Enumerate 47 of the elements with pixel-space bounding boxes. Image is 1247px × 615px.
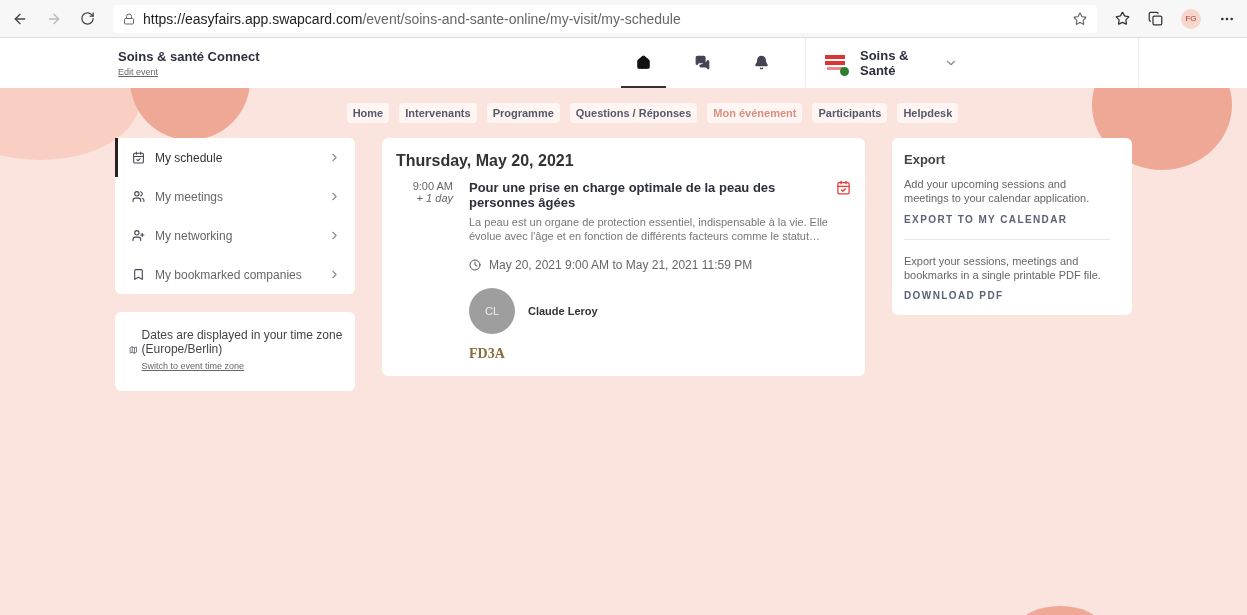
export-link[interactable]: DOWNLOAD PDF xyxy=(904,290,1110,302)
account-menu[interactable]: Soins & Santé xyxy=(805,38,1139,88)
sidebar-item[interactable]: My meetings xyxy=(115,177,355,216)
chat-icon xyxy=(695,54,710,70)
sidebar-item[interactable]: My schedule xyxy=(115,138,355,177)
timezone-text: Dates are displayed in your time zone (Europe/Berlin) xyxy=(141,328,344,356)
speaker-name[interactable]: Claude Leroy xyxy=(528,304,598,317)
bell-icon xyxy=(754,54,769,70)
day-offset: + 1 day xyxy=(416,192,453,204)
export-text: Export your sessions, meetings and bookmarks in a single printable PDF file. xyxy=(904,253,1102,283)
export-text: Add your upcoming sessions and meetings to your calendar application. xyxy=(904,177,1091,206)
export-title: Export xyxy=(904,152,947,167)
session-time: 9:00 AM xyxy=(412,180,453,192)
nav-tab[interactable]: Intervenants xyxy=(399,103,477,123)
account-name: Soins & Santé xyxy=(860,48,910,78)
collections-icon[interactable] xyxy=(1148,11,1163,26)
nav-tab[interactable]: Helpdesk xyxy=(897,103,959,123)
nav-tab[interactable]: Questions / Réponses xyxy=(569,103,698,123)
event-title: Soins & santé Connect xyxy=(118,49,261,64)
session-range: May 20, 2021 9:00 AM to May 21, 2021 11:59 PM xyxy=(489,257,753,272)
edit-event-link[interactable]: Edit event xyxy=(118,67,159,77)
lock-icon xyxy=(123,12,135,25)
sidebar-item[interactable]: My bookmarked companies xyxy=(115,255,355,294)
reload-icon[interactable] xyxy=(80,11,95,26)
switch-timezone-link[interactable]: Switch to event time zone xyxy=(141,361,245,371)
home-icon xyxy=(636,54,651,70)
networking-icon xyxy=(132,229,145,242)
profile-avatar[interactable]: FG xyxy=(1181,8,1201,29)
meetings-icon xyxy=(132,190,145,203)
url-text: https://easyfairs.app.swapcard.com/event/soins-and-sante-online/my-visit/my-schedule xyxy=(143,10,681,27)
session-title[interactable]: Pour une prise en charge optimale de la peau des personnes âgées xyxy=(469,180,826,210)
nav-tab[interactable]: Participants xyxy=(812,103,888,123)
calendar-check-icon[interactable] xyxy=(836,180,851,195)
map-icon xyxy=(129,343,138,356)
favorite-icon[interactable] xyxy=(1073,11,1087,26)
favorites-icon[interactable] xyxy=(1115,11,1130,26)
session-description: La peau est un organe de protection essentiel, indispensable à la vie. Elle évolue avec l'âge et en fonction de différents facteurs comme le statut… xyxy=(469,216,829,244)
address-bar[interactable]: https://easyfairs.app.swapcard.com/event/soins-and-sante-online/my-visit/my-schedule xyxy=(113,4,1097,33)
nav-tab[interactable]: Programme xyxy=(486,103,560,123)
bookmarks-icon xyxy=(132,268,145,281)
sidebar-item[interactable]: My networking xyxy=(115,216,355,255)
schedule-date: Thursday, May 20, 2021 xyxy=(396,152,575,170)
export-link[interactable]: EXPORT TO MY CALENDAR xyxy=(904,213,1110,225)
clock-icon xyxy=(469,258,481,271)
nav-tab[interactable]: Home xyxy=(346,103,390,123)
sponsor-logo[interactable]: FD3A xyxy=(469,345,505,362)
schedule-icon xyxy=(132,151,145,164)
